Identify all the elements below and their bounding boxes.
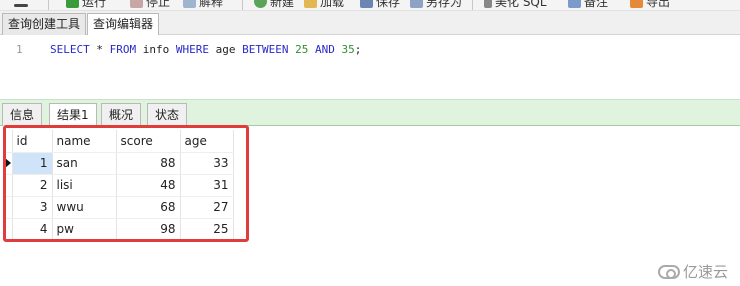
keyword-between: BETWEEN (242, 43, 289, 56)
explain-button[interactable]: 解释 (183, 0, 223, 10)
token-column: age (209, 43, 243, 56)
keyword-and: AND (314, 43, 335, 56)
table-row[interactable]: 1 san 88 33 (4, 152, 234, 175)
cell-name[interactable]: san (52, 152, 117, 175)
number-low: 25 (295, 43, 309, 56)
result-tab-bar: 信息 结果1 概况 状态 (0, 99, 740, 127)
results-grid: id name score age 1 san 88 33 2 lisi 48 … (4, 130, 234, 241)
keyword-select: SELECT (50, 43, 90, 56)
save-as-button[interactable]: 另存为 (410, 0, 462, 10)
yisu-logo-icon (657, 264, 680, 279)
cell-age[interactable]: 27 (180, 196, 234, 219)
table-row[interactable]: 4 pw 98 25 (4, 218, 234, 241)
token-table: info (136, 43, 176, 56)
tab-status[interactable]: 状态 (147, 103, 188, 126)
explain-icon (183, 0, 196, 8)
row-indicator (4, 196, 13, 219)
cell-id[interactable]: 4 (12, 218, 53, 241)
cell-score[interactable]: 88 (116, 152, 181, 175)
keyword-where: WHERE (175, 43, 209, 56)
number-high: 35 (341, 43, 355, 56)
cell-name[interactable]: pw (52, 218, 117, 241)
load-button[interactable]: 加载 (304, 0, 344, 10)
row-indicator-header (4, 130, 13, 153)
tab-query-editor[interactable]: 查询编辑器 (87, 13, 160, 36)
cell-age[interactable]: 31 (180, 174, 234, 197)
column-header-name[interactable]: name (52, 130, 117, 153)
comment-icon (568, 0, 581, 8)
watermark-text: 亿速云 (682, 263, 728, 281)
sql-editor[interactable]: 1 SELECT * FROM info WHERE age BETWEEN 2… (0, 35, 740, 99)
results-grid-area: id name score age 1 san 88 33 2 lisi 48 … (0, 126, 740, 286)
cell-id[interactable]: 1 (12, 152, 53, 175)
keyword-from: FROM (109, 43, 137, 56)
column-header-score[interactable]: score (116, 130, 181, 153)
toolbar-separator (48, 0, 49, 10)
toolbar-separator (242, 0, 243, 10)
cell-age[interactable]: 25 (180, 218, 234, 241)
line-number-gutter: 1 (0, 35, 38, 99)
new-icon (254, 0, 267, 8)
cell-score[interactable]: 68 (116, 196, 181, 219)
token-semicolon: ; (354, 43, 362, 56)
tab-query-builder[interactable]: 查询创建工具 (2, 13, 87, 35)
editor-tab-bar: 查询创建工具 查询编辑器 (0, 11, 740, 36)
current-row-indicator (4, 152, 13, 175)
beautify-icon (484, 0, 492, 8)
export-button[interactable]: 导出 (630, 0, 670, 10)
tab-info[interactable]: 信息 (2, 103, 43, 126)
tab-result-1[interactable]: 结果1 (49, 103, 97, 127)
save-as-icon (410, 0, 423, 8)
cell-score[interactable]: 98 (116, 218, 181, 241)
line-number: 1 (16, 43, 23, 56)
cell-name[interactable]: lisi (52, 174, 117, 197)
play-icon (66, 0, 79, 8)
menu-icon[interactable] (14, 0, 28, 10)
column-header-id[interactable]: id (12, 130, 53, 153)
stop-icon (130, 0, 143, 8)
export-icon (630, 0, 643, 8)
toolbar: 运行 停止 解释 新建 加载 保存 另存为 美化 SQL 备注 导出 (0, 0, 740, 11)
token-star: * (89, 43, 110, 56)
load-icon (304, 0, 317, 8)
new-button[interactable]: 新建 (254, 0, 294, 10)
comment-button[interactable]: 备注 (568, 0, 608, 10)
grid-header-row: id name score age (4, 130, 234, 153)
row-indicator (4, 174, 13, 197)
cell-age[interactable]: 33 (180, 152, 234, 175)
column-header-age[interactable]: age (180, 130, 234, 153)
save-button[interactable]: 保存 (360, 0, 400, 10)
toolbar-separator (472, 0, 473, 10)
table-row[interactable]: 2 lisi 48 31 (4, 174, 234, 197)
cell-id[interactable]: 3 (12, 196, 53, 219)
beautify-sql-button[interactable]: 美化 SQL (484, 0, 547, 10)
sql-code-line[interactable]: SELECT * FROM info WHERE age BETWEEN 25 … (50, 43, 361, 56)
stop-button[interactable]: 停止 (130, 0, 170, 10)
cell-score[interactable]: 48 (116, 174, 181, 197)
table-row[interactable]: 3 wwu 68 27 (4, 196, 234, 219)
watermark: 亿速云 (657, 261, 728, 282)
cell-id[interactable]: 2 (12, 174, 53, 197)
row-indicator (4, 218, 13, 241)
current-row-arrow-icon (5, 158, 11, 168)
cell-name[interactable]: wwu (52, 196, 117, 219)
save-icon (360, 0, 373, 8)
tab-profile[interactable]: 概况 (101, 103, 142, 126)
run-button[interactable]: 运行 (66, 0, 106, 10)
